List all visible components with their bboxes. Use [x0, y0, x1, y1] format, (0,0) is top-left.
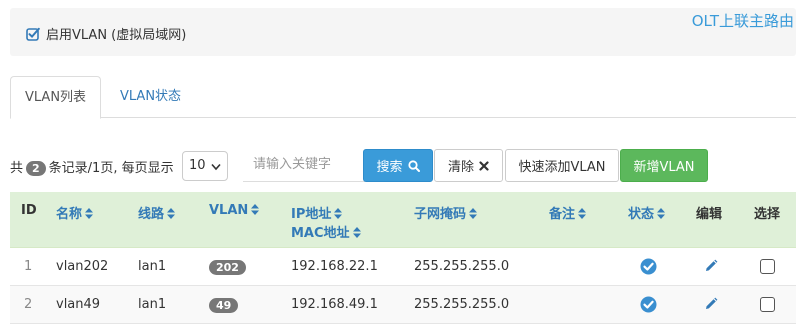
header-note[interactable]: 备注: [549, 203, 587, 222]
record-count-badge: 2: [26, 161, 46, 176]
table-row: 2 vlan49 lan1 49 192.168.49.1 255.255.25…: [10, 286, 796, 324]
cell-mask: 255.255.255.0: [414, 297, 510, 312]
search-button[interactable]: 搜索: [363, 149, 433, 182]
vlan-table: ID 名称 线路 VLAN IP地址 MAC地址 子网掩码 备注 状态 编辑 选…: [10, 192, 796, 324]
sort-icon: [85, 208, 94, 219]
row-select-checkbox[interactable]: [760, 259, 775, 274]
checked-square-icon: [26, 27, 40, 41]
header-ip[interactable]: IP地址: [291, 203, 343, 222]
cell-id: 1: [24, 259, 33, 274]
vlan-settings-panel: 启用VLAN (虚拟局域网): [10, 8, 796, 56]
header-line[interactable]: 线路: [138, 203, 176, 222]
tab-vlan-list[interactable]: VLAN列表: [10, 76, 102, 119]
check-circle-icon[interactable]: [640, 296, 657, 313]
sort-icon: [167, 208, 176, 219]
cell-vlan-badge: 49: [209, 298, 239, 313]
cell-ip: 192.168.22.1: [291, 259, 378, 274]
chevron-down-icon: [211, 163, 221, 171]
cell-line: lan1: [138, 259, 167, 274]
header-status-label: 状态: [628, 207, 655, 222]
header-edit: 编辑: [696, 207, 723, 222]
sort-icon: [251, 204, 260, 215]
header-ip-label: IP地址: [291, 207, 332, 222]
close-icon: [479, 160, 489, 171]
cell-ip: 192.168.49.1: [291, 297, 378, 312]
records-summary: 共 2 条记录/1页, 每页显示: [10, 157, 174, 176]
olt-uplink-router-link[interactable]: OLT上联主路由: [692, 10, 794, 31]
records-prefix: 共: [10, 161, 24, 176]
sort-icon: [334, 208, 343, 219]
table-header: ID 名称 线路 VLAN IP地址 MAC地址 子网掩码 备注 状态 编辑 选…: [10, 192, 796, 248]
cell-vlan-badge: 202: [209, 260, 246, 275]
header-note-label: 备注: [549, 207, 576, 222]
header-select: 选择: [754, 207, 781, 222]
page-size-select[interactable]: 10: [182, 151, 228, 181]
cell-id: 2: [24, 297, 33, 312]
enable-vlan-label: 启用VLAN (虚拟局域网): [46, 28, 187, 43]
header-mask-label: 子网掩码: [414, 207, 467, 222]
header-line-label: 线路: [138, 207, 165, 222]
table-row: 1 vlan202 lan1 202 192.168.22.1 255.255.…: [10, 248, 796, 286]
search-icon: [407, 159, 420, 172]
page-size-value: 10: [189, 158, 206, 173]
search-button-label: 搜索: [376, 160, 403, 175]
header-id: ID: [21, 203, 37, 218]
check-circle-icon[interactable]: [640, 258, 657, 275]
cell-mask: 255.255.255.0: [414, 259, 510, 274]
pencil-icon[interactable]: [704, 297, 718, 311]
sort-icon: [469, 208, 478, 219]
search-input[interactable]: 请输入关键字: [243, 149, 365, 182]
sort-icon: [657, 208, 666, 219]
cell-line: lan1: [138, 297, 167, 312]
pencil-icon[interactable]: [704, 259, 718, 273]
header-mac-label: MAC地址: [291, 226, 350, 241]
tab-vlan-status[interactable]: VLAN状态: [106, 76, 195, 118]
clear-button-label: 清除: [447, 160, 474, 175]
cell-name: vlan202: [56, 259, 109, 274]
header-name[interactable]: 名称: [56, 203, 94, 222]
quick-add-vlan-button[interactable]: 快速添加VLAN: [505, 149, 619, 182]
header-mac[interactable]: MAC地址: [291, 222, 361, 241]
header-status[interactable]: 状态: [628, 203, 666, 222]
toolbar: 共 2 条记录/1页, 每页显示 10 请输入关键字 搜索 清除 快速添加VLAN …: [10, 149, 796, 182]
tab-bar: VLAN列表 VLAN状态: [10, 76, 796, 119]
sort-icon: [578, 208, 587, 219]
header-vlan[interactable]: VLAN: [209, 203, 260, 218]
enable-vlan-checkbox[interactable]: 启用VLAN (虚拟局域网): [26, 24, 186, 43]
clear-button[interactable]: 清除: [434, 149, 503, 182]
sort-icon: [352, 227, 361, 238]
header-name-label: 名称: [56, 207, 83, 222]
records-suffix: 条记录/1页, 每页显示: [48, 161, 174, 176]
header-mask[interactable]: 子网掩码: [414, 203, 478, 222]
new-vlan-button[interactable]: 新增VLAN: [620, 149, 708, 182]
header-vlan-label: VLAN: [209, 203, 249, 218]
row-select-checkbox[interactable]: [760, 297, 775, 312]
cell-name: vlan49: [56, 297, 101, 312]
